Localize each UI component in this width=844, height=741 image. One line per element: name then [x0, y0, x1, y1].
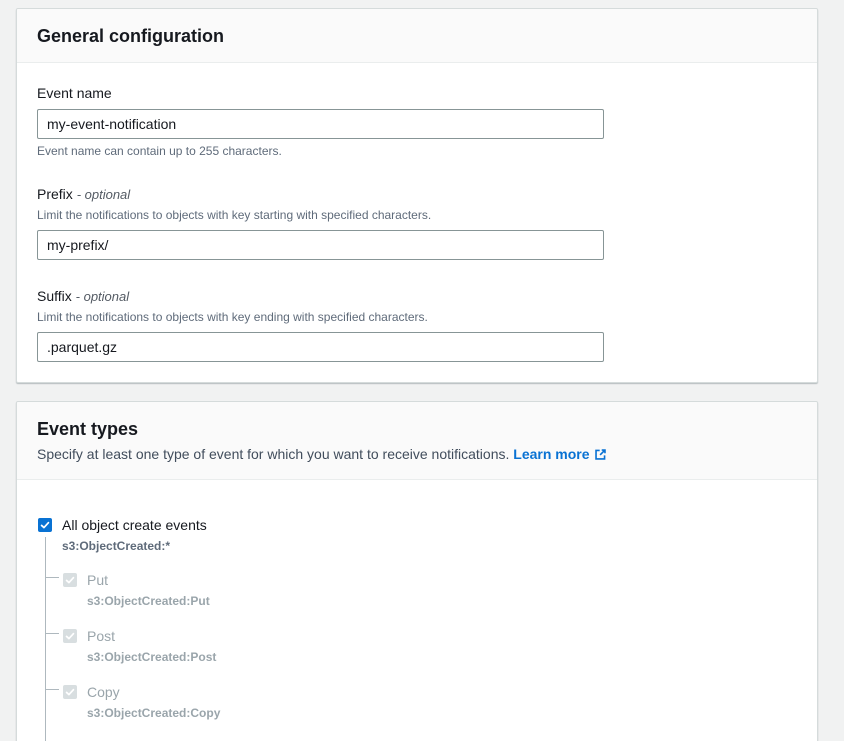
copy-item: Copy s3:ObjectCreated:Copy: [63, 682, 797, 721]
event-types-header: Event types Specify at least one type of…: [17, 402, 817, 480]
check-icon: [64, 686, 76, 698]
put-checkbox: [63, 573, 77, 587]
general-configuration-header: General configuration: [17, 9, 817, 63]
check-icon: [64, 630, 76, 642]
external-link-icon: [594, 448, 607, 464]
suffix-label: Suffix - optional: [37, 287, 797, 306]
prefix-label-text: Prefix: [37, 186, 77, 202]
copy-row: Copy: [63, 682, 797, 702]
tree-children: Put s3:ObjectCreated:Put Post s3:ObjectC…: [63, 570, 797, 741]
suffix-label-text: Suffix: [37, 288, 76, 304]
all-object-create-events-row: All object create events: [38, 515, 797, 535]
prefix-description: Limit the notifications to objects with …: [37, 207, 797, 223]
prefix-optional-text: - optional: [77, 187, 130, 202]
prefix-label: Prefix - optional: [37, 185, 797, 204]
all-object-create-events-label: All object create events: [62, 515, 207, 535]
suffix-optional-text: - optional: [76, 289, 129, 304]
event-types-panel: Event types Specify at least one type of…: [16, 401, 818, 741]
event-types-description: Specify at least one type of event for w…: [37, 446, 797, 464]
put-code: s3:ObjectCreated:Put: [87, 593, 797, 609]
copy-label: Copy: [87, 682, 120, 702]
panel-title: General configuration: [37, 26, 797, 47]
prefix-input[interactable]: [37, 230, 604, 260]
put-item: Put s3:ObjectCreated:Put: [63, 570, 797, 609]
post-checkbox: [63, 629, 77, 643]
post-row: Post: [63, 626, 797, 646]
event-name-help-text: Event name can contain up to 255 charact…: [37, 144, 797, 158]
post-label: Post: [87, 626, 115, 646]
suffix-description: Limit the notifications to objects with …: [37, 309, 797, 325]
general-configuration-body: Event name Event name can contain up to …: [17, 63, 817, 382]
learn-more-label: Learn more: [513, 446, 589, 462]
copy-checkbox: [63, 685, 77, 699]
general-configuration-panel: General configuration Event name Event n…: [16, 8, 818, 383]
event-types-description-text: Specify at least one type of event for w…: [37, 446, 509, 462]
event-name-input[interactable]: [37, 109, 604, 139]
event-name-label: Event name: [37, 84, 797, 102]
post-item: Post s3:ObjectCreated:Post: [63, 626, 797, 665]
all-object-create-events-checkbox[interactable]: [38, 518, 52, 532]
post-code: s3:ObjectCreated:Post: [87, 649, 797, 665]
check-icon: [64, 574, 76, 586]
put-label: Put: [87, 570, 108, 590]
copy-code: s3:ObjectCreated:Copy: [87, 705, 797, 721]
panel-gap: [16, 383, 844, 401]
object-create-events-tree: All object create events s3:ObjectCreate…: [38, 515, 797, 741]
all-object-create-events-code: s3:ObjectCreated:*: [62, 538, 797, 554]
put-row: Put: [63, 570, 797, 590]
tree-vertical-line: [45, 537, 46, 741]
suffix-field-group: Suffix - optional Limit the notification…: [37, 287, 797, 362]
suffix-input[interactable]: [37, 332, 604, 362]
page: General configuration Event name Event n…: [0, 0, 844, 741]
panel-title: Event types: [37, 419, 797, 440]
check-icon: [39, 519, 51, 531]
event-types-body: All object create events s3:ObjectCreate…: [17, 480, 817, 741]
event-name-field-group: Event name Event name can contain up to …: [37, 84, 797, 158]
prefix-field-group: Prefix - optional Limit the notification…: [37, 185, 797, 260]
learn-more-link[interactable]: Learn more: [513, 446, 606, 462]
